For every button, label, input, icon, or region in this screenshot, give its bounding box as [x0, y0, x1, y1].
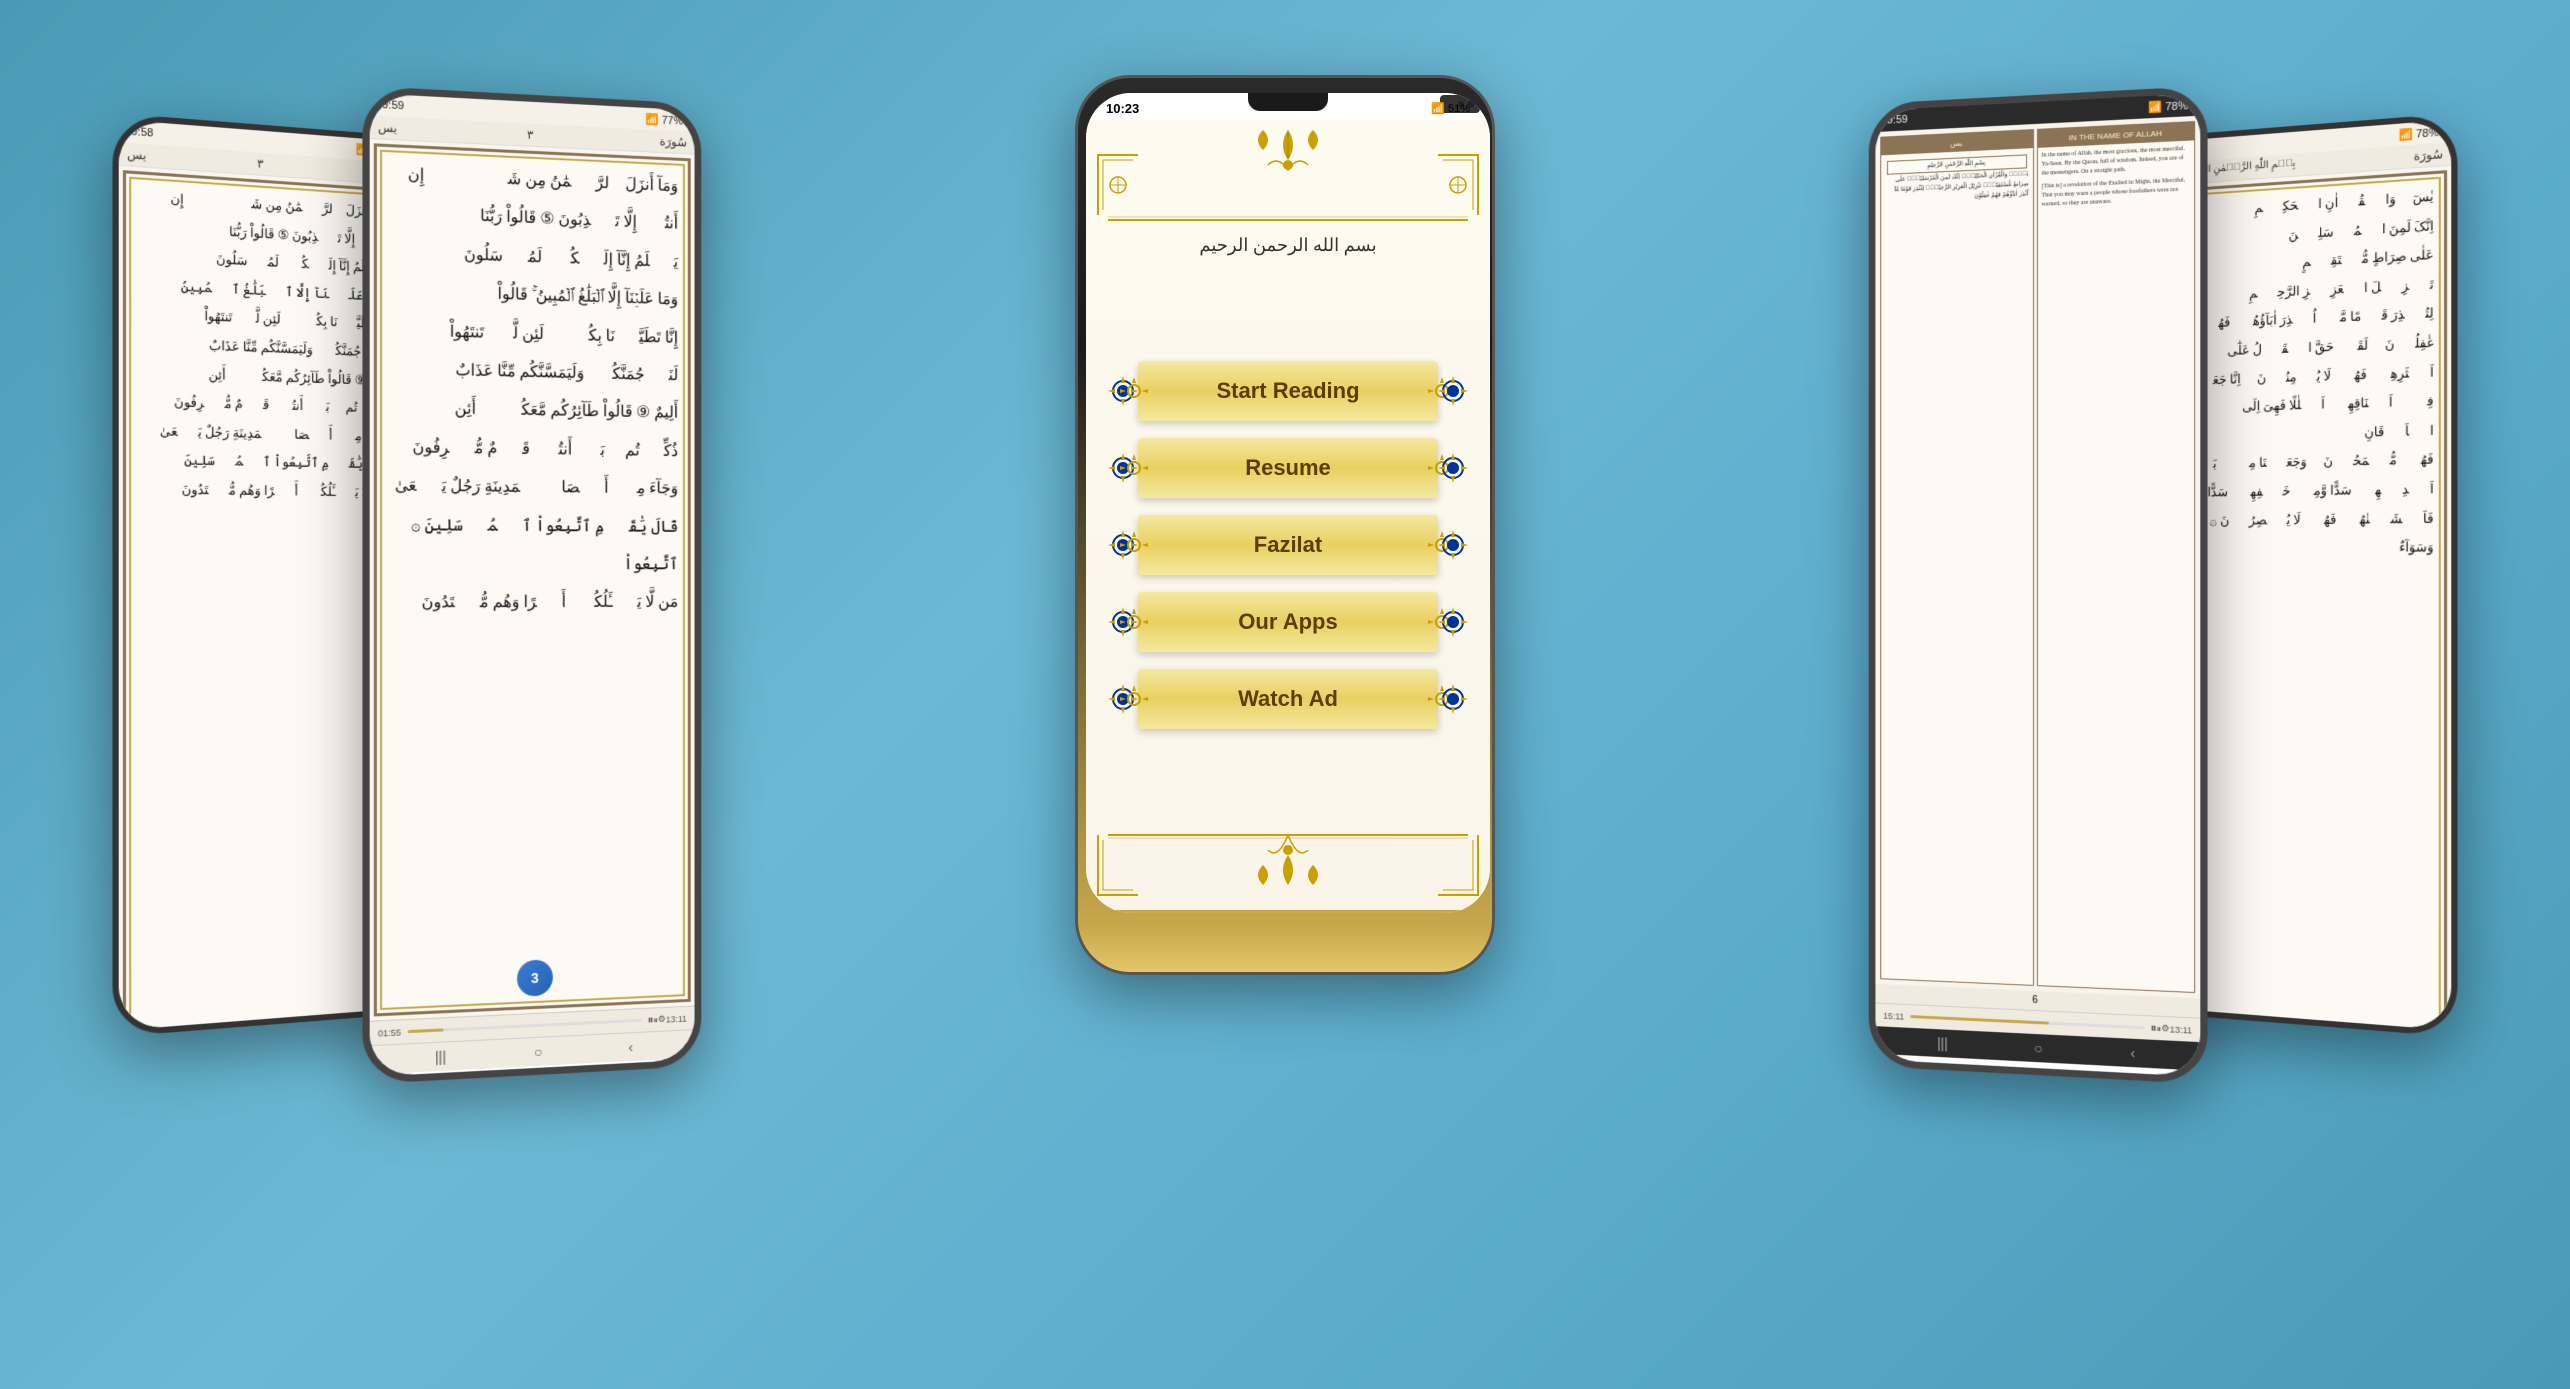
surah-number-far-left: ٣ — [257, 156, 263, 170]
screen-center: 10:23 📶 51% — [1086, 93, 1490, 913]
surah-number-left: ٣ — [527, 127, 533, 141]
resume-wrapper: Resume — [1108, 436, 1468, 501]
page-badge-left: 3 — [517, 959, 553, 997]
nav-back-left[interactable]: ‹ — [628, 1039, 633, 1055]
screen-far-right: 9:58 📶 78% بِسۡمِ اللّٰهِ الرَّحۡمٰنِ ال… — [2166, 119, 2451, 1030]
watch-ad-wrapper: Watch Ad — [1108, 667, 1468, 732]
manuscript-text-left: يٰسٓ۟ۚ وَالْقُرْاٰنِ الْحَكِيْمِۙ اِنَّك… — [1885, 170, 2028, 205]
surah-label-left: سُورَة — [659, 134, 686, 149]
nav-circle-right[interactable]: ○ — [2034, 1039, 2042, 1055]
watch-ad-button[interactable]: Watch Ad — [1138, 669, 1438, 729]
btn-ornament-right-1 — [1433, 371, 1473, 411]
screen-far-left: 9:58 📶 78% يس ٣ سُورَة وَمَآ أَنزَلَ ٱلر… — [119, 119, 404, 1030]
quran-page-far-right: يٰسٓ ۞ وَالۡقُرۡاٰنِ الۡحَکِيۡمِ اِنَّکَ… — [2166, 165, 2451, 1030]
top-ornament — [1086, 120, 1490, 230]
manuscript-content-left: بِسْمِ اللّٰهِ الرَّحْمٰنِ الرَّحِيْمِ ي… — [1881, 148, 2032, 209]
phone-center: 10:23 📶 51% — [1075, 75, 1495, 975]
menu-buttons-container: Start Reading — [1088, 261, 1488, 830]
quran-page-left: وَمَآ أَنزَلَ ٱلرَّحۡمَٰنُ مِن شَىۡءٍۢ ۚ… — [370, 139, 695, 1021]
phones-container: 9:58 📶 78% يس ٣ سُورَة وَمَآ أَنزَلَ ٱلر… — [85, 45, 2485, 1345]
manuscript-left: يس بِسْمِ اللّٰهِ الرَّحْمٰنِ الرَّحِيْم… — [1880, 129, 2033, 986]
progress-fill-left — [407, 1028, 443, 1033]
manuscript-para2: [This is] a revelation of the Exalted in… — [2041, 176, 2190, 210]
time-far-left: 9:58 — [131, 125, 153, 139]
center-battery: 📶 51% — [1431, 102, 1470, 115]
bottom-ornament — [1086, 830, 1490, 910]
resume-button[interactable]: Resume — [1138, 438, 1438, 498]
time-left: 9:59 — [382, 99, 404, 112]
screen-left: 9:59 📶 77% يس ٣ سُورَة وَمَآ أَنزَلَ ٱلر… — [370, 93, 695, 1076]
center-notch — [1248, 93, 1328, 111]
progress-time-left: 01:55 — [378, 1026, 401, 1037]
bismillah-text: بسم الله الرحمن الرحيم — [1169, 230, 1406, 261]
phone-left: 9:59 📶 77% يس ٣ سُورَة وَمَآ أَنزَلَ ٱلر… — [362, 85, 701, 1083]
battery-right: 📶 78% — [2148, 98, 2188, 113]
phone-shell-center: 10:23 📶 51% — [1075, 75, 1495, 975]
start-reading-button[interactable]: Start Reading — [1138, 361, 1438, 421]
total-time-left: 13:11 — [666, 1013, 687, 1024]
arabic-text-far-left: وَمَآ أَنزَلَ ٱلرَّحۡمَٰنُ مِن شَىۡءٍۢ ۚ… — [126, 173, 397, 515]
manuscript-header-text-right: IN THE NAME OF ALLAH — [2069, 128, 2162, 142]
start-reading-wrapper: Start Reading — [1108, 359, 1468, 424]
gear-right[interactable]: ⚙ — [2161, 1022, 2169, 1034]
nav-back-right[interactable]: ‹ — [2130, 1044, 2135, 1060]
battery-left: 📶 77% — [645, 112, 683, 127]
nav-lines-right[interactable]: ||| — [1937, 1035, 1948, 1051]
phone-shell-right: 9:59 📶 78% يس بِسْمِ اللّٰهِ الرَّحْمٰنِ… — [1869, 85, 2208, 1083]
bottom-ornament-svg — [1088, 830, 1488, 910]
nav-circle-left[interactable]: ○ — [534, 1043, 542, 1059]
quran-page-far-left: وَمَآ أَنزَلَ ٱلرَّحۡمَٰنُ مِن شَىۡءٍۢ ۚ… — [119, 165, 404, 1030]
btn-ornament-right-3 — [1433, 525, 1473, 565]
btn-ornament-right-4 — [1433, 602, 1473, 642]
progress-bar-left[interactable] — [407, 1018, 642, 1032]
manuscript-header-text-left: يس — [1950, 138, 1962, 148]
time-right: 9:59 — [1887, 113, 1908, 126]
our-apps-wrapper: Our Apps — [1108, 590, 1468, 655]
screen-right: 9:59 📶 78% يس بِسْمِ اللّٰهِ الرَّحْمٰنِ… — [1875, 93, 2200, 1076]
manuscript-right: IN THE NAME OF ALLAH In the name of Alla… — [2036, 121, 2195, 993]
progress-time-right: 15:11 — [1883, 1010, 1904, 1021]
quran-inner-far-right: يٰسٓ ۞ وَالۡقُرۡاٰنِ الۡحَکِيۡمِ اِنَّکَ… — [2170, 170, 2447, 1030]
gear-left[interactable]: ⚙ — [658, 1013, 666, 1024]
top-ornament-svg — [1088, 125, 1488, 225]
btn-ornament-right-5 — [1433, 679, 1473, 719]
arabic-text-left: وَمَآ أَنزَلَ ٱلرَّحۡمَٰنُ مِن شَىۡءٍۢ ۚ… — [377, 146, 688, 631]
fazilat-button[interactable]: Fazilat — [1138, 515, 1438, 575]
pause-icon-right[interactable]: ⏸ — [2151, 1020, 2162, 1036]
btn-ornament-right-2 — [1433, 448, 1473, 488]
surah-name-left: يس — [378, 120, 397, 135]
quran-inner-left: وَمَآ أَنزَلَ ٱلرَّحۡمَٰنُ مِن شَىۡءٍۢ ۚ… — [374, 143, 691, 1016]
manuscript-view: يس بِسْمِ اللّٰهِ الرَّحْمٰنِ الرَّحِيْم… — [1875, 115, 2200, 1017]
total-time-right: 13:11 — [2170, 1023, 2192, 1034]
surah-name-far-left: يس — [127, 146, 146, 162]
progress-bar-right[interactable] — [1910, 1015, 2144, 1029]
surah-label-far-right: سُورَة — [2414, 146, 2443, 162]
center-ornament-bg: بسم الله الرحمن الرحيم Start Reading — [1086, 120, 1490, 910]
center-nav-bar: ||| ‹ — [1086, 910, 1490, 913]
arabic-text-far-right: يٰسٓ ۞ وَالۡقُرۡاٰنِ الۡحَکِيۡمِ اِنَّکَ… — [2172, 173, 2443, 570]
center-time: 10:23 — [1106, 101, 1139, 116]
manuscript-pages: يس بِسْمِ اللّٰهِ الرَّحْمٰنِ الرَّحِيْم… — [1875, 115, 2200, 998]
quran-inner-far-left: وَمَآ أَنزَلَ ٱلرَّحۡمَٰنُ مِن شَىۡءٍۢ ۚ… — [123, 170, 400, 1030]
phone-right: 9:59 📶 78% يس بِسْمِ اللّٰهِ الرَّحْمٰنِ… — [1869, 85, 2208, 1083]
manuscript-para: In the name of Allah, the most gracious,… — [2041, 144, 2190, 178]
our-apps-button[interactable]: Our Apps — [1138, 592, 1438, 652]
pause-icon-left[interactable]: ⏸ — [648, 1012, 658, 1027]
battery-far-right: 📶 78% — [2399, 125, 2439, 141]
nav-lines-left[interactable]: ||| — [435, 1048, 446, 1065]
center-status-bar: 10:23 📶 51% — [1086, 93, 1490, 120]
progress-fill-right — [1910, 1015, 2049, 1025]
phone-shell-left: 9:59 📶 77% يس ٣ سُورَة وَمَآ أَنزَلَ ٱلر… — [362, 85, 701, 1083]
manuscript-content-right: In the name of Allah, the most gracious,… — [2037, 140, 2194, 214]
fazilat-wrapper: Fazilat — [1108, 513, 1468, 578]
